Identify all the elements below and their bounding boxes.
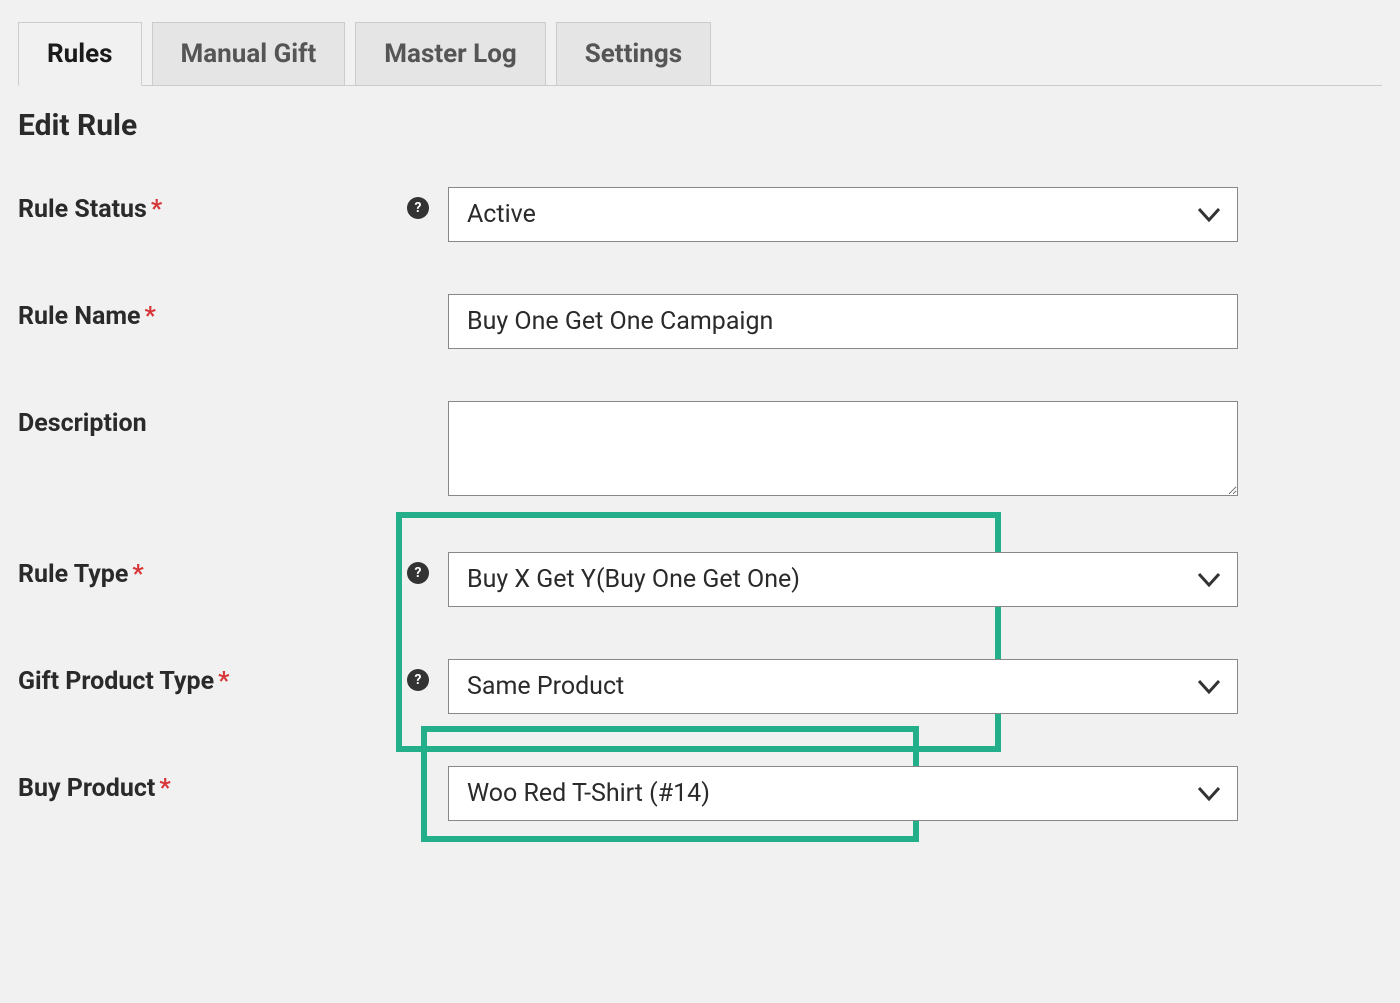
row-buy-product: Buy Product* — [18, 766, 1382, 821]
annotation-highlight — [396, 512, 1001, 752]
help-icon[interactable]: ? — [407, 197, 429, 219]
required-asterisk: * — [218, 667, 229, 696]
rule-name-input[interactable] — [448, 294, 1238, 349]
row-rule-name: Rule Name* — [18, 294, 1382, 349]
help-icon[interactable]: ? — [407, 562, 429, 584]
label-gift-product-type: Gift Product Type — [18, 667, 214, 696]
label-buy-product: Buy Product — [18, 774, 155, 803]
tab-manual-gift[interactable]: Manual Gift — [152, 22, 346, 85]
label-rule-name: Rule Name — [18, 302, 141, 331]
tab-settings[interactable]: Settings — [556, 22, 711, 85]
required-asterisk: * — [151, 195, 162, 224]
label-rule-status: Rule Status — [18, 195, 147, 224]
required-asterisk: * — [159, 774, 170, 803]
help-icon[interactable]: ? — [407, 669, 429, 691]
rule-status-select[interactable] — [448, 187, 1238, 242]
gift-product-type-select[interactable] — [448, 659, 1238, 714]
row-gift-product-type: Gift Product Type* ? — [18, 659, 1382, 714]
buy-product-select[interactable] — [448, 766, 1238, 821]
page-title: Edit Rule — [18, 108, 1382, 143]
tab-rules[interactable]: Rules — [18, 22, 142, 86]
tab-master-log[interactable]: Master Log — [355, 22, 545, 85]
tab-bar: Rules Manual Gift Master Log Settings — [18, 22, 1382, 86]
rule-type-select[interactable] — [448, 552, 1238, 607]
row-rule-status: Rule Status* ? — [18, 187, 1382, 242]
label-description: Description — [18, 409, 147, 438]
row-description: Description — [18, 401, 1382, 500]
row-rule-type: Rule Type* ? — [18, 552, 1382, 607]
required-asterisk: * — [132, 560, 143, 589]
label-rule-type: Rule Type — [18, 560, 128, 589]
description-textarea[interactable] — [448, 401, 1238, 496]
required-asterisk: * — [145, 302, 156, 331]
